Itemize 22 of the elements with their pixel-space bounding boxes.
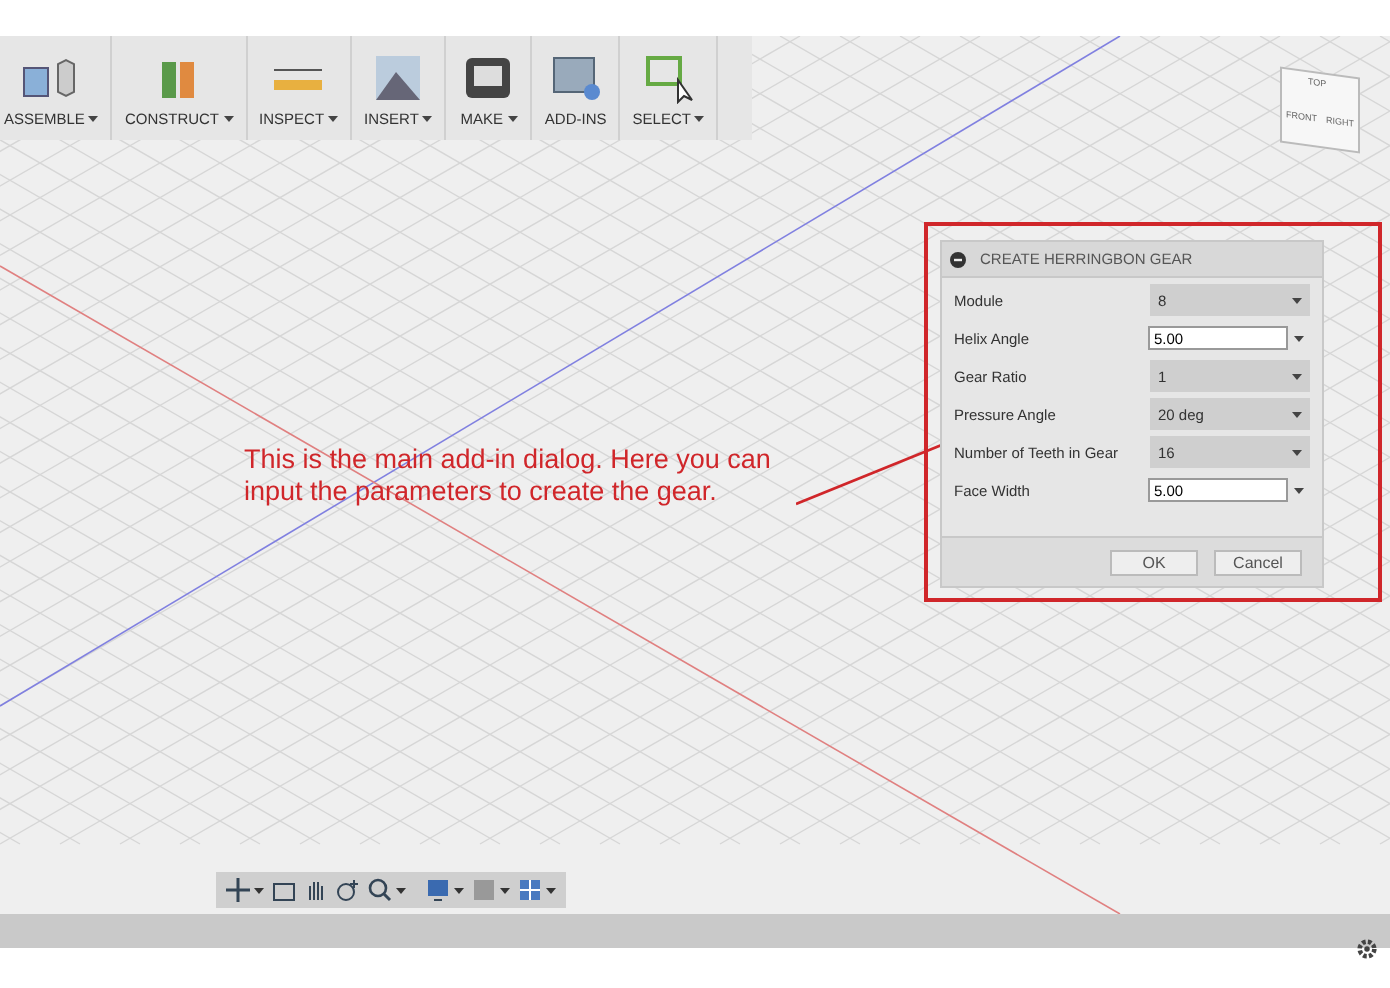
frame-icon[interactable] [272, 878, 296, 902]
caret-icon [1292, 449, 1302, 455]
orbit-icon[interactable] [226, 878, 250, 902]
zoom-icon[interactable] [336, 878, 360, 902]
fit-icon[interactable] [368, 878, 392, 902]
caret-icon[interactable] [396, 887, 406, 893]
cancel-button[interactable]: Cancel [1214, 549, 1302, 575]
caret-icon[interactable] [1294, 335, 1304, 341]
caret-icon [1292, 297, 1302, 303]
caret-icon[interactable] [1294, 487, 1304, 493]
caret-icon[interactable] [546, 887, 556, 893]
caret-icon[interactable] [454, 887, 464, 893]
viewports-icon[interactable] [518, 878, 542, 902]
collapse-icon[interactable] [950, 251, 966, 267]
caret-icon[interactable] [500, 887, 510, 893]
caret-icon [1292, 411, 1302, 417]
caret-icon[interactable] [254, 887, 264, 893]
pan-icon[interactable] [304, 878, 328, 902]
settings-icon[interactable] [1356, 938, 1378, 960]
caret-icon [1292, 373, 1302, 379]
display-icon[interactable] [426, 878, 450, 902]
ok-button[interactable]: OK [1110, 549, 1198, 575]
